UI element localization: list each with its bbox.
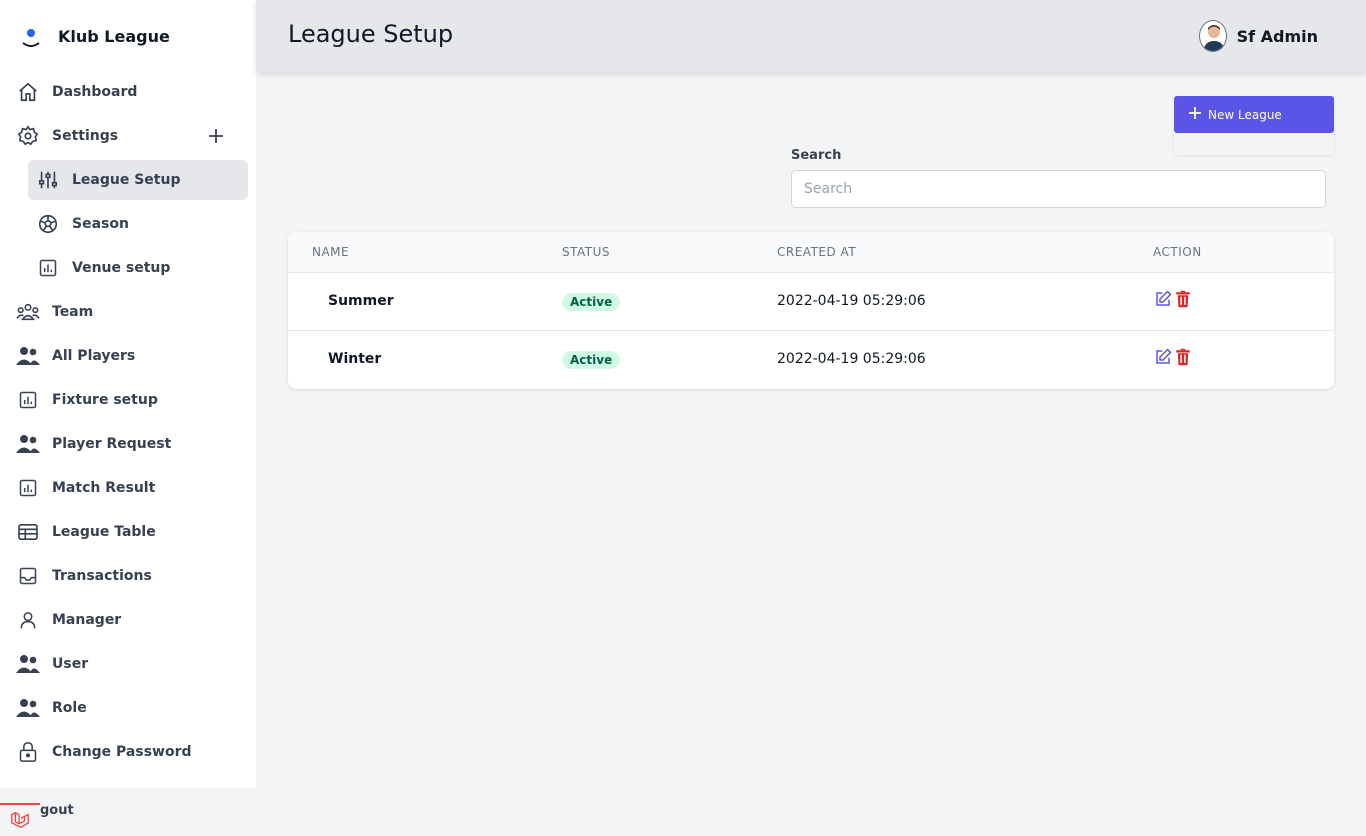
brand[interactable]: Klub League: [20, 22, 170, 50]
laravel-logo-icon: [0, 803, 40, 836]
sidebar-item-change-password[interactable]: Change Password: [16, 732, 248, 772]
sidebar-item-user[interactable]: User: [16, 644, 248, 684]
gear-icon: [16, 124, 40, 148]
users-icon: [16, 432, 40, 456]
edit-icon[interactable]: [1154, 290, 1172, 308]
sidebar-item-label: League Setup: [72, 172, 181, 188]
lock-icon: [16, 740, 40, 764]
sidebar-item-label: Match Result: [52, 480, 156, 496]
top-header: League Setup Sf Admin: [256, 0, 1366, 72]
sliders-icon: [36, 168, 60, 192]
table-header: NAME STATUS CREATED AT ACTION: [288, 232, 1334, 273]
sidebar-item-label: Change Password: [52, 744, 192, 760]
sidebar-item-league-table[interactable]: League Table: [16, 512, 248, 552]
sidebar-item-player-request[interactable]: Player Request: [16, 424, 248, 464]
status-badge: Active: [562, 293, 621, 311]
soccer-ball-icon: [36, 212, 60, 236]
sidebar-item-label: Role: [52, 700, 87, 716]
delete-icon[interactable]: [1174, 348, 1192, 366]
sidebar-item-venue-setup[interactable]: Venue setup: [28, 248, 248, 288]
users-icon: [16, 696, 40, 720]
user-menu[interactable]: Sf Admin: [1198, 20, 1318, 52]
brand-name: Klub League: [58, 26, 170, 46]
user-icon: [16, 608, 40, 632]
home-icon: [16, 80, 40, 104]
sidebar-item-label: Manager: [52, 612, 122, 628]
sidebar-item-all-players[interactable]: All Players: [16, 336, 248, 376]
status-badge: Active: [562, 351, 621, 369]
sidebar-item-league-setup[interactable]: League Setup: [28, 160, 248, 200]
sidebar-item-match-result[interactable]: Match Result: [16, 468, 248, 508]
sidebar-item-label: Transactions: [52, 568, 152, 584]
brand-logo-icon: [20, 23, 42, 49]
new-league-button-wrapper: New League: [1174, 96, 1334, 155]
sidebar-item-label: Settings: [52, 128, 119, 144]
chart-icon: [16, 388, 40, 412]
delete-icon[interactable]: [1174, 290, 1192, 308]
league-name: Winter: [328, 351, 382, 367]
avatar: [1198, 20, 1227, 52]
row-actions: [1154, 348, 1194, 366]
logout-link[interactable]: gout: [40, 803, 74, 818]
sidebar-item-manager[interactable]: Manager: [16, 600, 248, 640]
users-icon: [16, 652, 40, 676]
sidebar-item-label: League Table: [52, 524, 156, 540]
chart-icon: [36, 256, 60, 280]
sidebar-item-label: Fixture setup: [52, 392, 158, 408]
sidebar-item-role[interactable]: Role: [16, 688, 248, 728]
settings-expand-plus-icon[interactable]: [204, 124, 228, 148]
row-actions: [1154, 290, 1194, 308]
table-row: Summer Active 2022-04-19 05:29:06: [288, 273, 1334, 331]
column-header-status: STATUS: [562, 245, 611, 259]
sidebar-item-fixture-setup[interactable]: Fixture setup: [16, 380, 248, 420]
page-title: League Setup: [288, 20, 454, 48]
sidebar-item-label: Dashboard: [52, 84, 138, 100]
sidebar-item-label: Team: [52, 304, 94, 320]
search-label: Search: [791, 148, 842, 163]
new-league-label: New League: [1208, 107, 1282, 122]
new-league-button[interactable]: New League: [1174, 96, 1334, 133]
table-row: Winter Active 2022-04-19 05:29:06: [288, 331, 1334, 389]
table-icon: [16, 520, 40, 544]
sidebar-item-team[interactable]: Team: [16, 292, 248, 332]
sidebar-item-transactions[interactable]: Transactions: [16, 556, 248, 596]
users-icon: [16, 344, 40, 368]
chart-icon: [16, 476, 40, 500]
sidebar-item-season[interactable]: Season: [28, 204, 248, 244]
sidebar-item-label: Player Request: [52, 436, 172, 452]
sidebar-item-label: Season: [72, 216, 129, 232]
inbox-icon: [16, 564, 40, 588]
column-header-action: ACTION: [1153, 245, 1202, 259]
sidebar-item-label: All Players: [52, 348, 136, 364]
search-input[interactable]: [791, 170, 1326, 208]
team-icon: [16, 300, 40, 324]
sidebar-item-label: User: [52, 656, 89, 672]
league-name: Summer: [328, 293, 394, 309]
league-table: NAME STATUS CREATED AT ACTION Summer Act…: [288, 232, 1334, 389]
sidebar-item-dashboard[interactable]: Dashboard: [16, 72, 248, 112]
column-header-name: NAME: [312, 245, 350, 259]
sidebar: Klub League Dashboard Settings League Se…: [0, 0, 256, 788]
created-at: 2022-04-19 05:29:06: [777, 351, 926, 367]
plus-icon: [1188, 106, 1202, 124]
user-name: Sf Admin: [1236, 26, 1318, 46]
edit-icon[interactable]: [1154, 348, 1172, 366]
column-header-created-at: CREATED AT: [777, 245, 857, 259]
sidebar-item-label: Venue setup: [72, 260, 171, 276]
created-at: 2022-04-19 05:29:06: [777, 293, 926, 309]
